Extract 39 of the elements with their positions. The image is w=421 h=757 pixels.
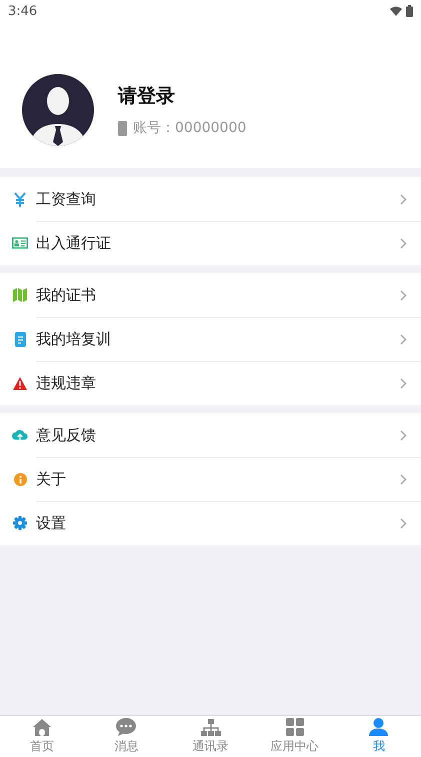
menu-item[interactable]: 违规违章 — [0, 361, 421, 405]
tab-item[interactable]: 消息 — [84, 716, 168, 757]
document-icon — [14, 332, 26, 346]
status-time: 3:46 — [8, 4, 38, 18]
yen-icon — [14, 192, 26, 206]
chevron-right-icon — [400, 238, 407, 248]
account-number: 账号：00000000 — [133, 119, 246, 137]
chevron-right-icon — [400, 474, 407, 484]
org-chart-icon — [200, 718, 220, 736]
menu-item[interactable]: 关于 — [0, 457, 421, 501]
chat-icon — [116, 718, 136, 736]
id-card-icon — [12, 237, 28, 249]
tab-item[interactable]: 应用中心 — [252, 716, 337, 757]
info-icon — [14, 472, 26, 486]
chevron-right-icon — [400, 378, 407, 388]
menu-item[interactable]: 出入通行证 — [0, 221, 421, 265]
map-icon — [13, 288, 27, 302]
grid-icon — [286, 718, 304, 736]
battery-icon — [406, 5, 413, 17]
warning-icon — [13, 376, 27, 390]
tab-item[interactable]: 首页 — [0, 716, 84, 757]
menu-item[interactable]: 工资查询 — [0, 177, 421, 221]
home-icon — [33, 718, 52, 736]
login-prompt[interactable]: 请登录 — [118, 83, 246, 109]
settings-icon — [13, 516, 27, 530]
chevron-right-icon — [400, 334, 407, 344]
menu-item[interactable]: 我的培复训 — [0, 317, 421, 361]
chevron-right-icon — [400, 430, 407, 440]
chevron-right-icon — [400, 518, 407, 528]
menu-item[interactable]: 意见反馈 — [0, 413, 421, 457]
tab-item[interactable]: 通讯录 — [168, 716, 253, 757]
menu-item[interactable]: 设置 — [0, 501, 421, 545]
menu-item[interactable]: 我的证书 — [0, 273, 421, 317]
wifi-icon — [390, 6, 402, 16]
cloud-upload-icon — [12, 428, 28, 442]
chevron-right-icon — [400, 290, 407, 300]
person-icon — [369, 718, 388, 736]
chevron-right-icon — [400, 194, 407, 204]
phone-icon — [118, 120, 127, 136]
